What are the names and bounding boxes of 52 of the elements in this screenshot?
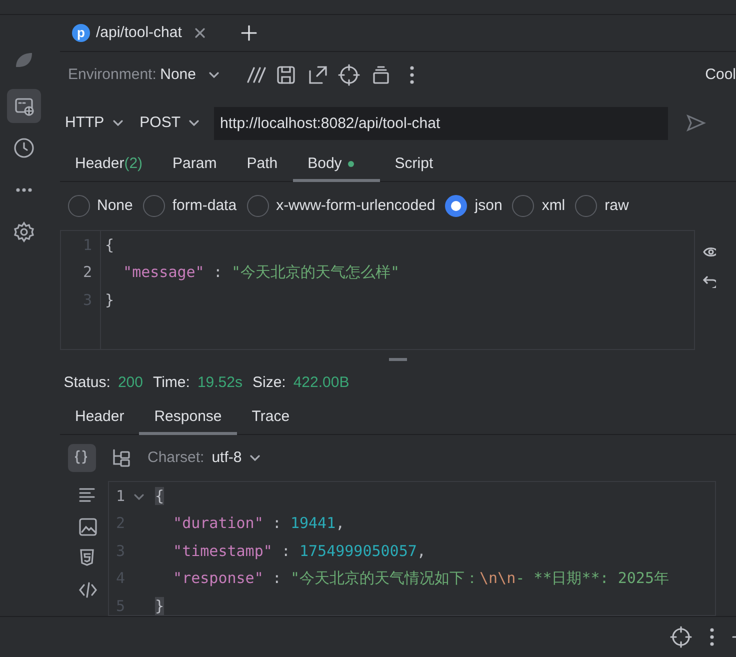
- p-logo: p: [72, 24, 90, 42]
- code-icon[interactable]: [78, 580, 98, 600]
- line-number: 1: [114, 486, 125, 507]
- status-value: 19.52s: [197, 372, 242, 393]
- request-tab[interactable]: Header(2): [60, 148, 158, 182]
- undo-icon[interactable]: [702, 274, 716, 288]
- close-icon[interactable]: [194, 26, 206, 39]
- image-icon[interactable]: [78, 516, 98, 537]
- radio-option[interactable]: xml: [512, 194, 566, 218]
- response-tab[interactable]: Trace: [236, 403, 305, 436]
- status-label: Status:: [64, 372, 110, 393]
- api-window-icon[interactable]: [13, 95, 35, 117]
- code-line: "duration" : 19441,: [172, 513, 346, 534]
- radio-option[interactable]: json: [445, 194, 502, 218]
- environment-dropdown[interactable]: Environment: None: [60, 64, 220, 86]
- method-dropdown[interactable]: POST: [140, 112, 200, 135]
- send-icon[interactable]: [686, 113, 706, 134]
- response-tab[interactable]: Response: [139, 403, 237, 436]
- radio-option[interactable]: None: [68, 194, 133, 218]
- code-line: "message" : "今天北京的天气怎么样": [122, 262, 400, 284]
- code-line: {: [105, 234, 116, 256]
- request-tab[interactable]: Path: [232, 148, 293, 182]
- code-line: }: [105, 290, 116, 311]
- request-tab[interactable]: Param: [158, 148, 232, 182]
- target-icon[interactable]: [338, 64, 362, 86]
- request-tab[interactable]: Body: [292, 148, 380, 182]
- add-tab-icon[interactable]: [240, 24, 258, 42]
- status-label: Time:: [152, 372, 190, 393]
- cookies-link[interactable]: Cool: [705, 64, 736, 86]
- line-number: 2: [82, 262, 92, 284]
- radio-option[interactable]: x-www-form-urlencoded: [246, 194, 436, 218]
- history-icon[interactable]: [13, 137, 35, 159]
- code-line: "response" : "今天北京的天气情况如下：\n\n- **日期**: 2025年: [172, 568, 670, 590]
- status-label: Size:: [252, 372, 286, 393]
- radio-option[interactable]: form-data: [142, 194, 237, 218]
- url-field[interactable]: http://localhost:8082/api/tool-chat: [214, 106, 668, 140]
- target-icon[interactable]: [670, 626, 692, 648]
- status-value: 200: [118, 372, 143, 393]
- eye-icon[interactable]: [702, 244, 716, 259]
- code-line: "timestamp" : 1754999050057,: [172, 540, 427, 562]
- resize-handle[interactable]: [389, 358, 407, 362]
- file-tab[interactable]: p /api/tool-chat: [60, 22, 182, 44]
- response-tab[interactable]: Header: [60, 403, 140, 436]
- status-value: 422.00B: [293, 372, 350, 393]
- radio-option[interactable]: raw: [575, 194, 629, 218]
- more-icon[interactable]: [707, 626, 717, 648]
- protocol-dropdown[interactable]: HTTP: [65, 112, 124, 135]
- tab-title: /api/tool-chat: [96, 22, 182, 43]
- request-tab[interactable]: Script: [380, 148, 448, 182]
- tree-view-icon[interactable]: [110, 448, 132, 468]
- charset-dropdown[interactable]: Charset: utf-8: [148, 446, 262, 470]
- settings-icon[interactable]: [13, 221, 35, 243]
